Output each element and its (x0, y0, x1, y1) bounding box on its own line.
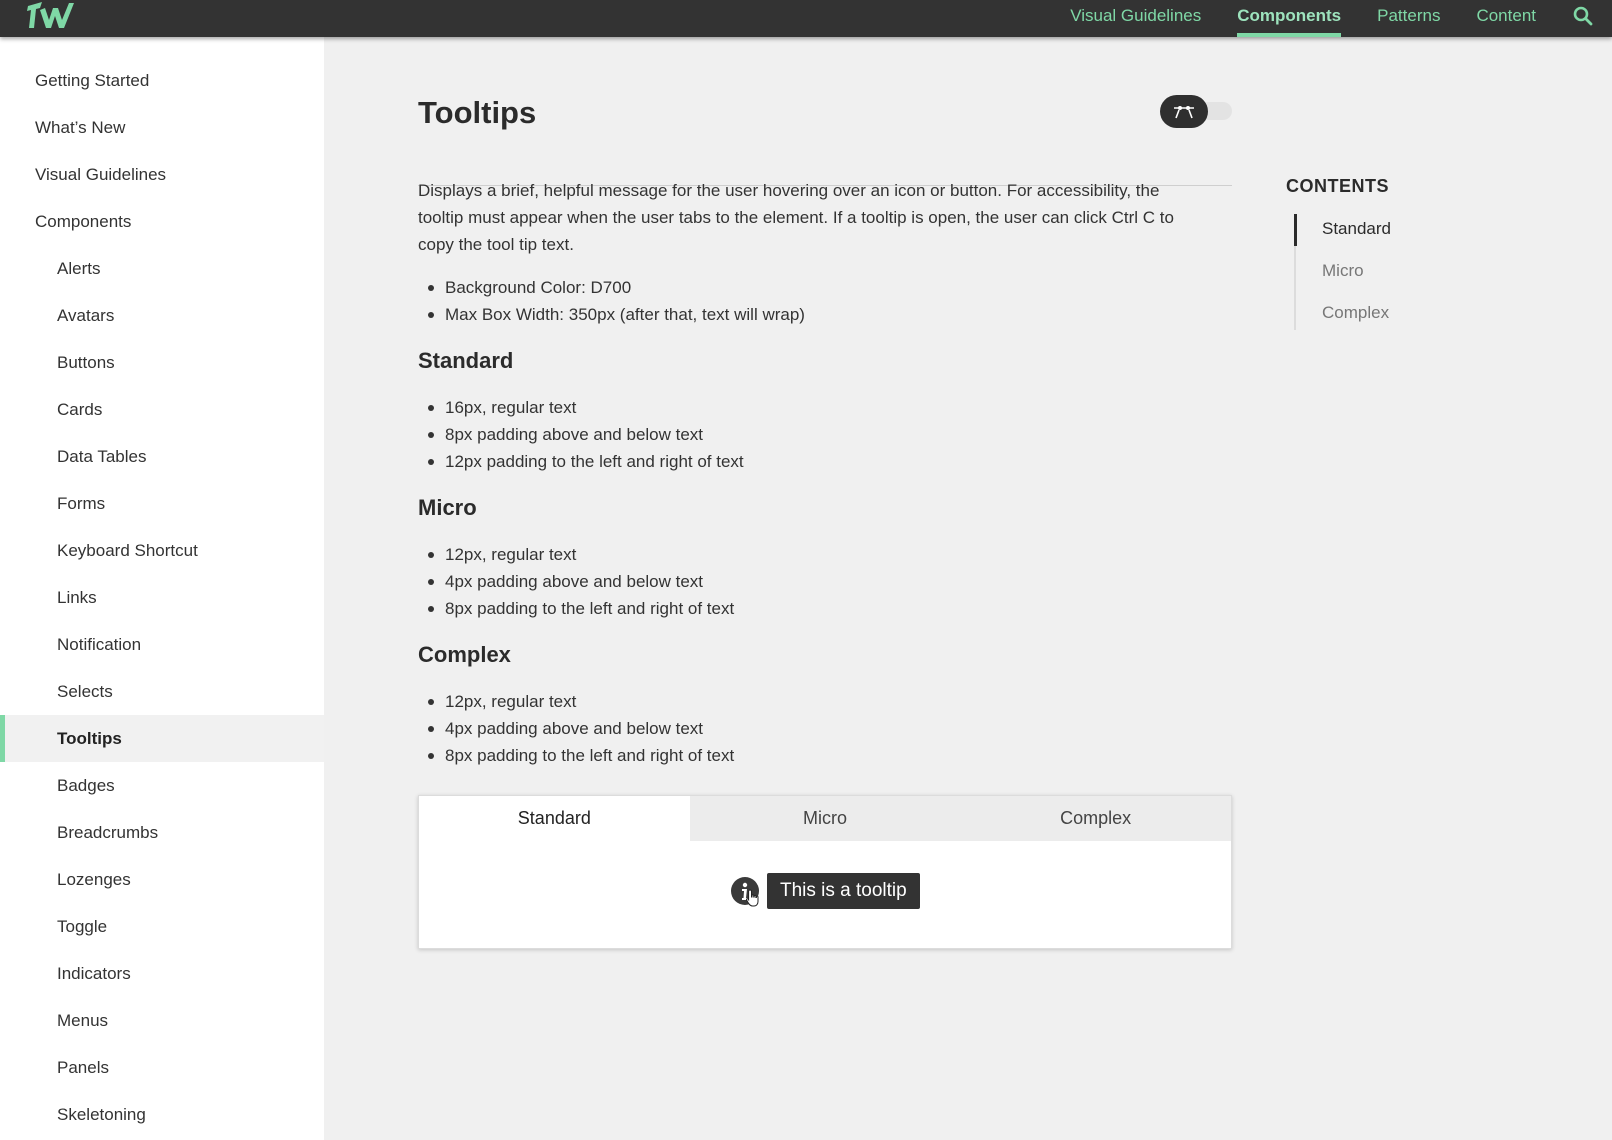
sidebar-item-menus[interactable]: Menus (0, 997, 324, 1044)
list-item: 8px padding to the left and right of tex… (418, 595, 734, 622)
sidebar-item-breadcrumbs[interactable]: Breadcrumbs (0, 809, 324, 856)
toc-title: CONTENTS (1286, 176, 1389, 196)
sidebar-item-notification[interactable]: Notification (0, 621, 324, 668)
sidebar-nav: Getting Started What’s New Visual Guidel… (0, 37, 324, 1140)
toc-list: Standard Micro Complex (1294, 214, 1514, 330)
demo-preview-area: This is a tooltip (419, 841, 1231, 948)
toc-active-marker (1294, 214, 1297, 246)
general-spec-list: Background Color: D700 Max Box Width: 35… (418, 274, 805, 328)
sidebar-item-links[interactable]: Links (0, 574, 324, 621)
sidebar-item-visual-guidelines[interactable]: Visual Guidelines (0, 151, 324, 198)
sidebar-item-panels[interactable]: Panels (0, 1044, 324, 1091)
tooltip: This is a tooltip (767, 873, 920, 909)
developer-mode-icon (1160, 95, 1208, 128)
component-description: Displays a brief, helpful message for th… (418, 181, 1174, 254)
list-item: Max Box Width: 350px (after that, text w… (418, 301, 805, 328)
section-heading-standard: Standard (418, 348, 514, 373)
toc-item-standard[interactable]: Standard (1322, 219, 1391, 239)
sidebar-item-avatars[interactable]: Avatars (0, 292, 324, 339)
top-navigation-bar: Visual Guidelines Components Patterns Co… (0, 0, 1612, 37)
tab-micro[interactable]: Micro (689, 796, 961, 841)
sidebar-item-forms[interactable]: Forms (0, 480, 324, 527)
hand-cursor-icon (745, 889, 759, 907)
sidebar-item-getting-started[interactable]: Getting Started (0, 57, 324, 104)
list-item: 12px, regular text (418, 688, 734, 715)
sidebar-item-toggle[interactable]: Toggle (0, 903, 324, 950)
topnav-components[interactable]: Components (1219, 0, 1359, 37)
table-of-contents: CONTENTS Standard Micro Complex (1286, 176, 1536, 330)
sidebar-item-indicators[interactable]: Indicators (0, 950, 324, 997)
sidebar-item-buttons[interactable]: Buttons (0, 339, 324, 386)
tab-standard[interactable]: Standard (419, 796, 690, 841)
primary-nav: Visual Guidelines Components Patterns Co… (1052, 0, 1612, 37)
tooltip-demo-card: Standard Micro Complex This is a tooltip (418, 795, 1232, 949)
title-row: Tooltips (418, 95, 1232, 186)
developer-mode-toggle[interactable] (1160, 95, 1232, 128)
sidebar-item-selects[interactable]: Selects (0, 668, 324, 715)
topnav-content[interactable]: Content (1458, 0, 1554, 37)
sidebar-item-tooltips[interactable]: Tooltips (0, 715, 324, 762)
sidebar-item-data-tables[interactable]: Data Tables (0, 433, 324, 480)
list-item: Background Color: D700 (418, 274, 805, 301)
search-icon[interactable] (1554, 0, 1612, 37)
list-item: 4px padding above and below text (418, 568, 734, 595)
sidebar-item-alerts[interactable]: Alerts (0, 245, 324, 292)
section-heading-micro: Micro (418, 495, 477, 520)
sidebar-item-components[interactable]: Components (0, 198, 324, 245)
list-item: 12px padding to the left and right of te… (418, 448, 744, 475)
section-heading-complex: Complex (418, 642, 511, 667)
page-title: Tooltips (418, 95, 537, 130)
standard-spec-list: 16px, regular text 8px padding above and… (418, 394, 744, 475)
micro-spec-list: 12px, regular text 4px padding above and… (418, 541, 734, 622)
list-item: 4px padding above and below text (418, 715, 734, 742)
sidebar-item-badges[interactable]: Badges (0, 762, 324, 809)
sidebar-item-lozenges[interactable]: Lozenges (0, 856, 324, 903)
sidebar-item-cards[interactable]: Cards (0, 386, 324, 433)
sidebar-item-keyboard-shortcut[interactable]: Keyboard Shortcut (0, 527, 324, 574)
toc-item-complex[interactable]: Complex (1322, 303, 1389, 323)
list-item: 12px, regular text (418, 541, 734, 568)
list-item: 16px, regular text (418, 394, 744, 421)
sidebar-item-whats-new[interactable]: What’s New (0, 104, 324, 151)
topnav-patterns[interactable]: Patterns (1359, 0, 1458, 37)
info-icon[interactable] (731, 877, 759, 907)
brand-logo[interactable] (26, 0, 84, 30)
demo-tabs: Standard Micro Complex (419, 796, 1232, 841)
complex-spec-list: 12px, regular text 4px padding above and… (418, 688, 734, 769)
list-item: 8px padding to the left and right of tex… (418, 742, 734, 769)
tab-complex[interactable]: Complex (960, 796, 1232, 841)
toc-item-micro[interactable]: Micro (1322, 261, 1364, 281)
sidebar-item-skeletoning[interactable]: Skeletoning (0, 1091, 324, 1138)
list-item: 8px padding above and below text (418, 421, 744, 448)
topnav-visual-guidelines[interactable]: Visual Guidelines (1052, 0, 1219, 37)
